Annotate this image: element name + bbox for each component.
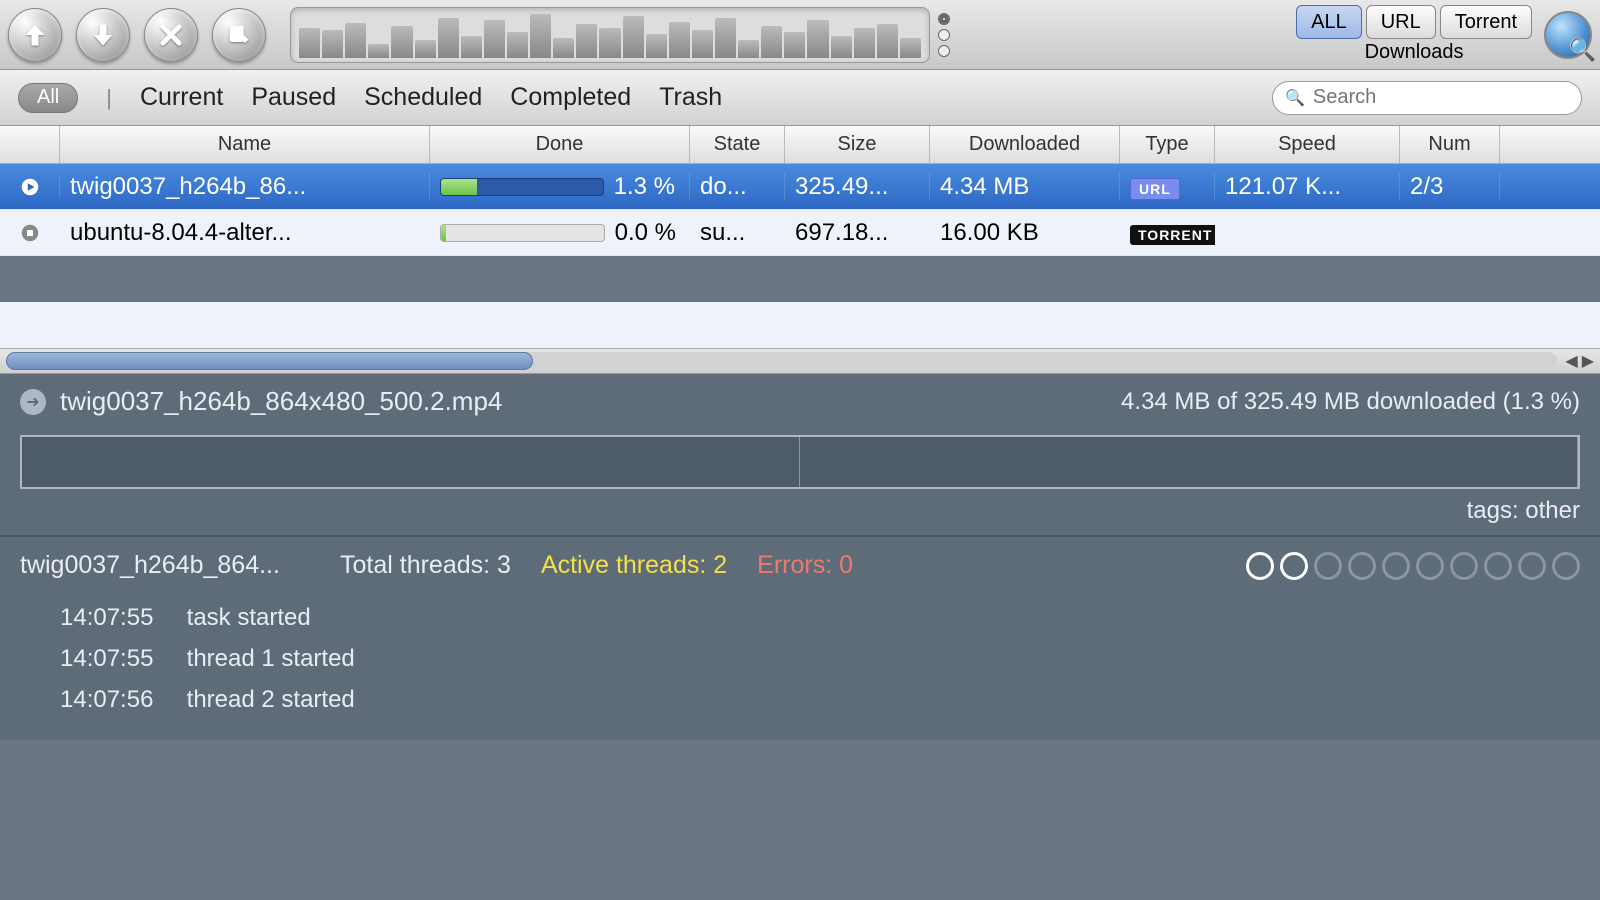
col-name[interactable]: Name xyxy=(60,126,430,163)
detail-tags: tags: other xyxy=(20,497,1580,525)
scrollbar-thumb[interactable] xyxy=(6,352,533,370)
thread-indicator xyxy=(1518,552,1546,580)
cell-size: 325.49... xyxy=(785,173,930,201)
mode-tab-torrent[interactable]: Torrent xyxy=(1440,5,1532,39)
up-button[interactable] xyxy=(8,8,62,62)
thread-filename: twig0037_h264b_864... xyxy=(20,551,310,580)
scroll-right-icon[interactable]: ▶ xyxy=(1582,351,1594,371)
stop-icon[interactable] xyxy=(19,222,41,244)
radio-option-1[interactable] xyxy=(938,13,950,25)
table-body: twig0037_h264b_86...1.3 %do...325.49...4… xyxy=(0,164,1600,256)
globe-icon: 🔍 xyxy=(1544,11,1592,59)
cell-speed: 121.07 K... xyxy=(1215,173,1400,201)
cell-type: URL xyxy=(1120,173,1215,201)
thread-indicator xyxy=(1280,552,1308,580)
meter-scale-radios[interactable] xyxy=(938,13,950,57)
cancel-button[interactable] xyxy=(144,8,198,62)
table-row[interactable]: twig0037_h264b_86...1.3 %do...325.49...4… xyxy=(0,164,1600,210)
log-line: 14:07:55 task started xyxy=(60,598,1540,639)
detail-pane: ➜ twig0037_h264b_864x480_500.2.mp4 4.34 … xyxy=(0,374,1600,535)
thread-status-bar: twig0037_h264b_864... Total threads: 3 A… xyxy=(0,535,1600,594)
cell-num: 2/3 xyxy=(1400,173,1500,201)
thread-indicator xyxy=(1484,552,1512,580)
search-icon: 🔍 xyxy=(1285,88,1305,108)
thread-indicator xyxy=(1314,552,1342,580)
search-globe[interactable]: 🔍 xyxy=(1544,11,1592,59)
filter-separator: | xyxy=(106,85,112,111)
col-num[interactable]: Num xyxy=(1400,126,1500,163)
empty-row xyxy=(0,256,1600,302)
col-done[interactable]: Done xyxy=(430,126,690,163)
total-threads: Total threads: 3 xyxy=(340,551,511,580)
radio-option-2[interactable] xyxy=(938,29,950,41)
cell-state: su... xyxy=(690,219,785,247)
table-header: Name Done State Size Downloaded Type Spe… xyxy=(0,126,1600,164)
table-row[interactable]: ubuntu-8.04.4-alter...0.0 %su...697.18..… xyxy=(0,210,1600,256)
close-icon xyxy=(157,21,185,49)
mode-tab-url[interactable]: URL xyxy=(1366,5,1436,39)
thread-indicator xyxy=(1450,552,1478,580)
log-line: 14:07:55 thread 1 started xyxy=(60,639,1540,680)
active-threads: Active threads: 2 xyxy=(541,551,727,580)
detail-progress-text: 4.34 MB of 325.49 MB downloaded (1.3 %) xyxy=(1121,388,1580,416)
cell-state: do... xyxy=(690,173,785,201)
cell-name: twig0037_h264b_86... xyxy=(60,173,430,201)
cell-downloaded: 4.34 MB xyxy=(930,173,1120,201)
play-icon[interactable] xyxy=(19,176,41,198)
thread-errors: Errors: 0 xyxy=(757,551,853,580)
thread-indicator xyxy=(1382,552,1410,580)
activity-meter xyxy=(290,7,930,63)
detail-filename: twig0037_h264b_864x480_500.2.mp4 xyxy=(60,386,502,417)
col-state[interactable]: State xyxy=(690,126,785,163)
cell-downloaded: 16.00 KB xyxy=(930,219,1120,247)
horizontal-scrollbar[interactable]: ◀▶ xyxy=(0,348,1600,374)
log-line: 14:07:56 thread 2 started xyxy=(60,680,1540,721)
activity-log: 14:07:55 task started14:07:55 thread 1 s… xyxy=(0,594,1600,740)
edit-icon xyxy=(225,21,253,49)
search-box[interactable]: 🔍 xyxy=(1272,81,1582,115)
col-speed[interactable]: Speed xyxy=(1215,126,1400,163)
thread-indicator xyxy=(1246,552,1274,580)
thread-indicator xyxy=(1416,552,1444,580)
empty-row xyxy=(0,302,1600,348)
detail-arrow-icon[interactable]: ➜ xyxy=(20,389,46,415)
cell-done: 1.3 % xyxy=(430,173,690,201)
filter-scheduled[interactable]: Scheduled xyxy=(364,83,482,112)
arrow-down-icon xyxy=(89,21,117,49)
filter-paused[interactable]: Paused xyxy=(251,83,336,112)
edit-button[interactable] xyxy=(212,8,266,62)
search-input[interactable] xyxy=(1313,86,1569,109)
filter-trash[interactable]: Trash xyxy=(659,83,722,112)
col-downloaded[interactable]: Downloaded xyxy=(930,126,1120,163)
mode-tabs: ALL URL Torrent xyxy=(1296,5,1532,39)
thread-indicator xyxy=(1348,552,1376,580)
main-toolbar: ALL URL Torrent Downloads 🔍 xyxy=(0,0,1600,70)
filter-all[interactable]: All xyxy=(18,83,78,113)
filter-bar: All | Current Paused Scheduled Completed… xyxy=(0,70,1600,126)
cell-type: TORRENT xyxy=(1120,219,1215,247)
filter-current[interactable]: Current xyxy=(140,83,223,112)
filter-completed[interactable]: Completed xyxy=(510,83,631,112)
thread-indicator xyxy=(1552,552,1580,580)
arrow-up-icon xyxy=(21,21,49,49)
chunk-progress-bar xyxy=(20,435,1580,489)
scroll-left-icon[interactable]: ◀ xyxy=(1565,351,1577,371)
cell-done: 0.0 % xyxy=(430,219,690,247)
thread-indicators xyxy=(1246,552,1580,580)
cell-size: 697.18... xyxy=(785,219,930,247)
downloads-label: Downloads xyxy=(1365,41,1464,64)
mode-tab-all[interactable]: ALL xyxy=(1296,5,1362,39)
col-type[interactable]: Type xyxy=(1120,126,1215,163)
radio-option-3[interactable] xyxy=(938,45,950,57)
magnifier-icon: 🔍 xyxy=(1569,37,1596,63)
down-button[interactable] xyxy=(76,8,130,62)
col-size[interactable]: Size xyxy=(785,126,930,163)
cell-name: ubuntu-8.04.4-alter... xyxy=(60,219,430,247)
